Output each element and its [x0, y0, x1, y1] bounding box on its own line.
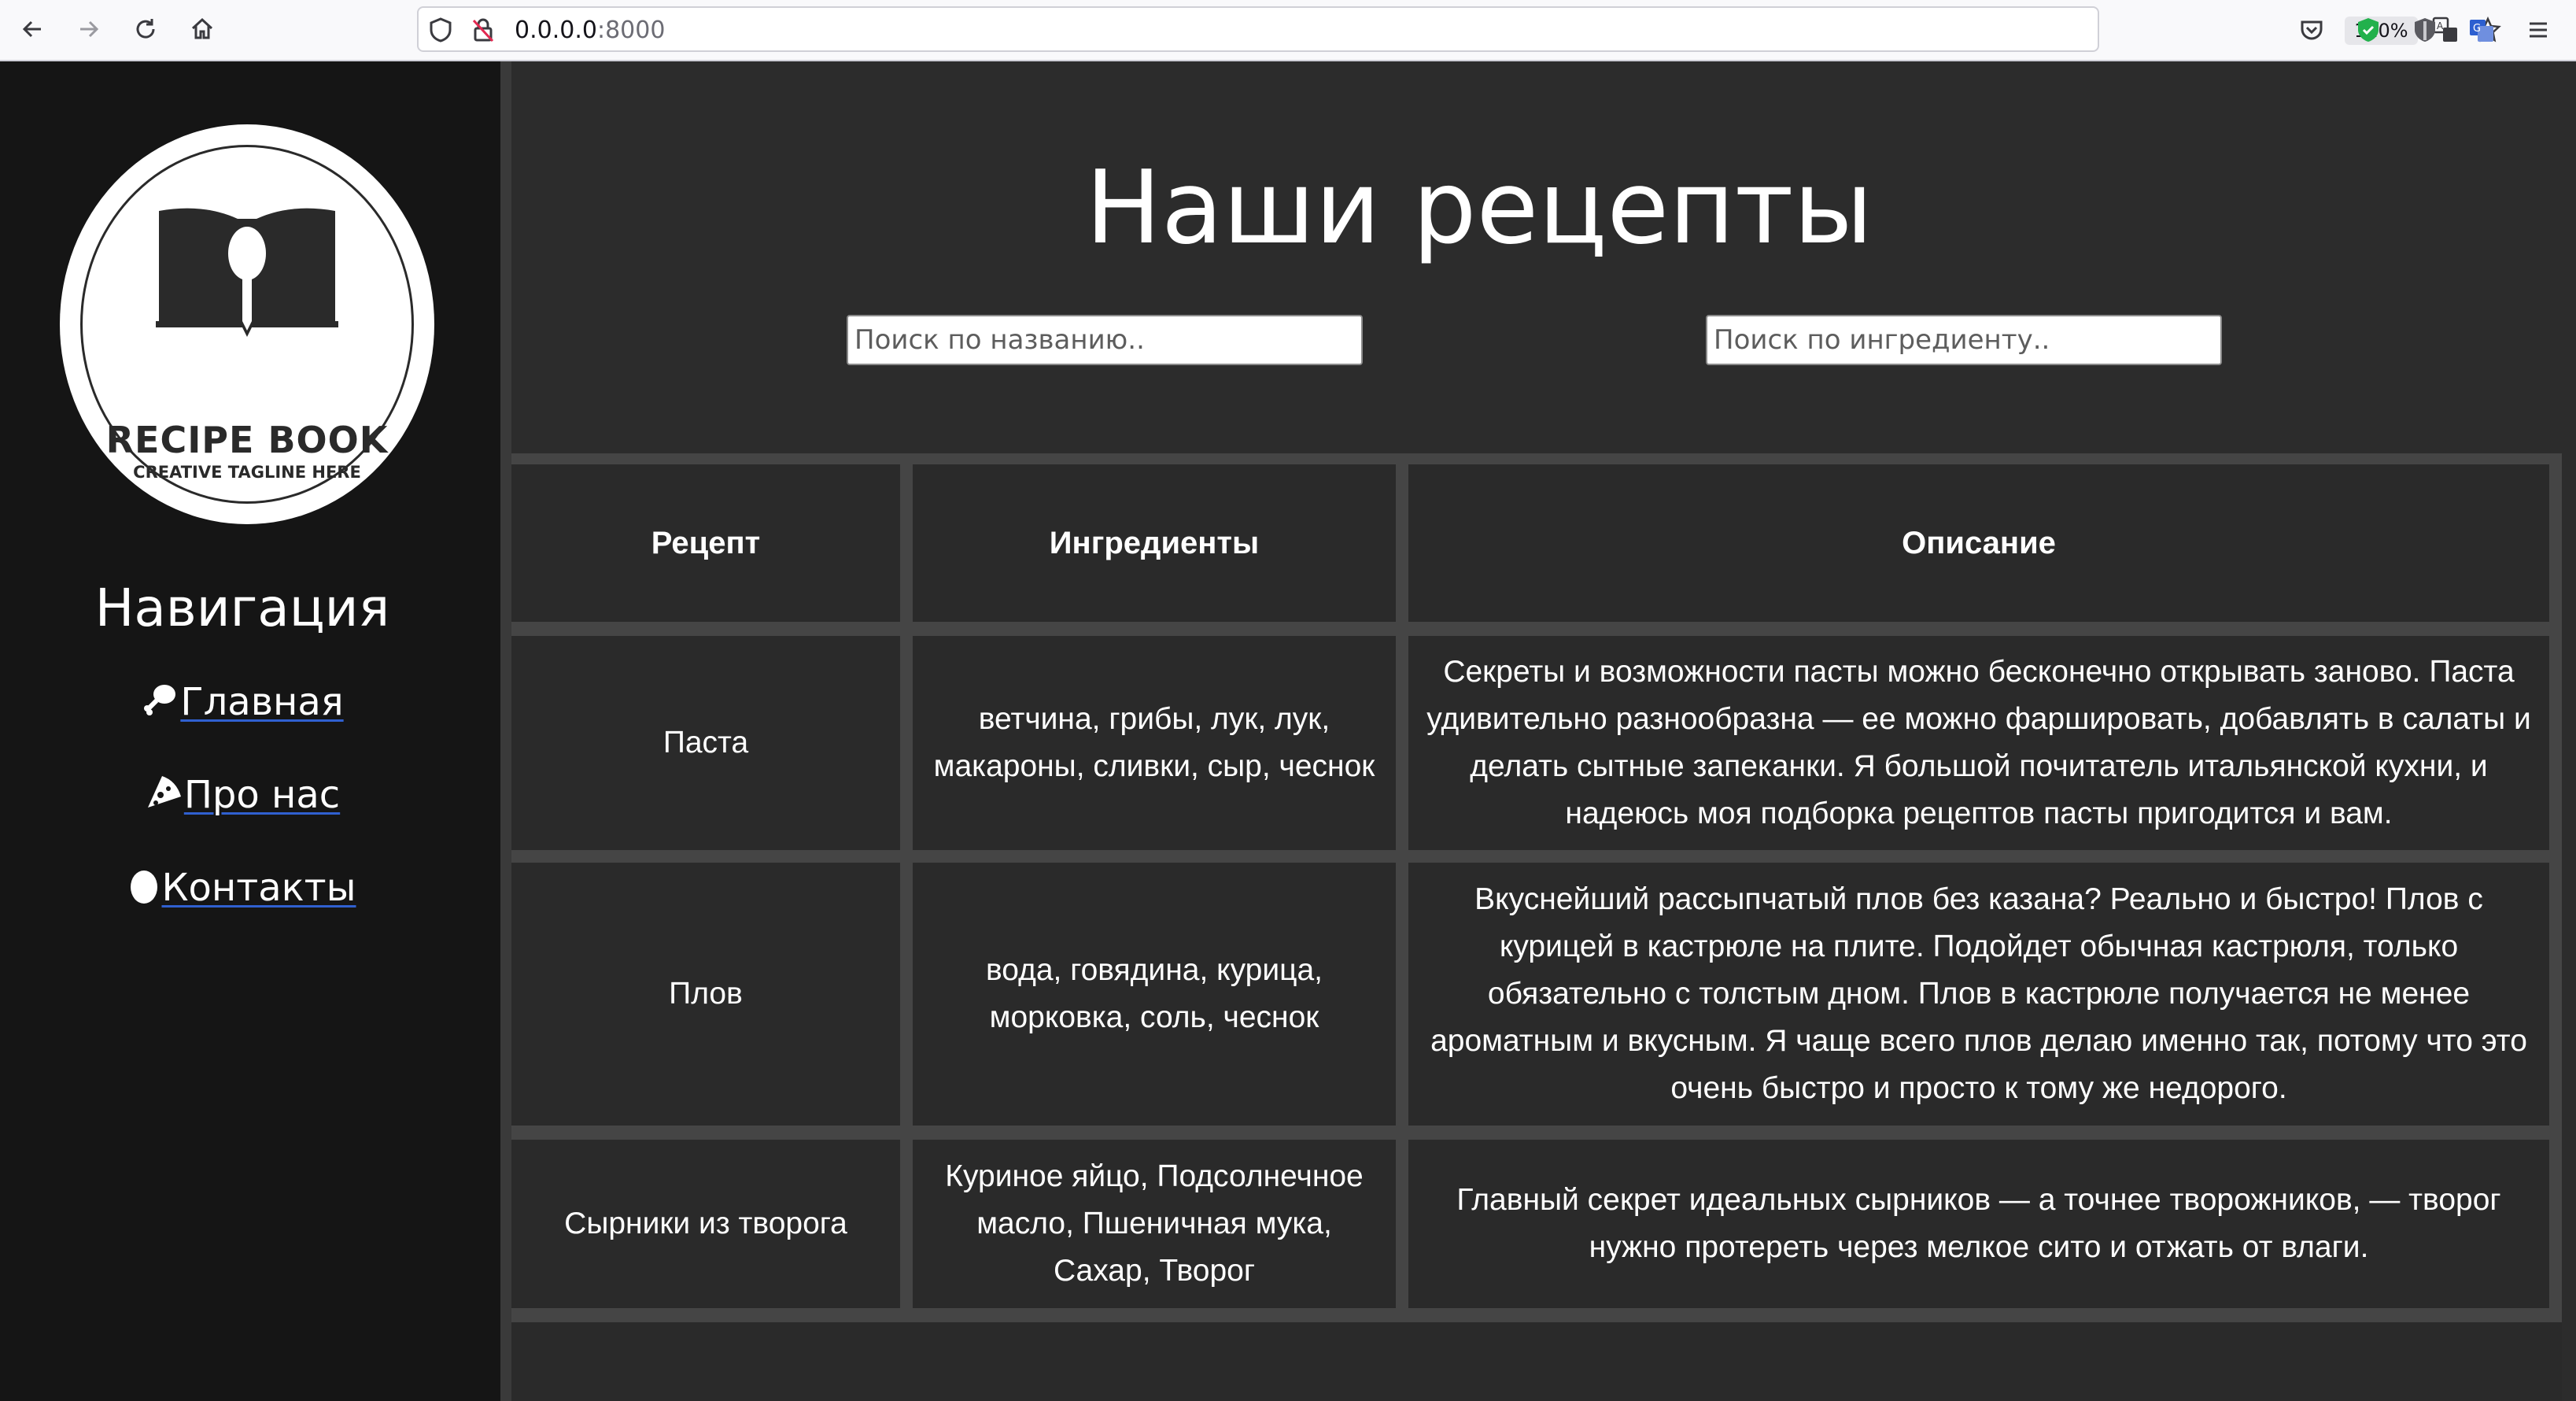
- recipe-book-logo[interactable]: RECIPE BOOK CREATIVE TAGLINE HERE: [60, 124, 434, 524]
- logo-title: RECIPE BOOK: [105, 419, 389, 461]
- table-header-ingredients: Ингредиенты: [913, 464, 1396, 622]
- open-book-spoon-icon: [156, 208, 338, 337]
- pizza-slice-icon: [145, 773, 183, 820]
- nav-item-home: Главная: [0, 680, 485, 727]
- nav-item-contacts: Контакты: [0, 866, 485, 913]
- nav-link-home[interactable]: Главная: [180, 680, 343, 724]
- table-header-description: Описание: [1408, 464, 2549, 622]
- table-header-recipe: Рецепт: [511, 464, 900, 622]
- nav-item-about: Про нас: [0, 773, 485, 820]
- browser-toolbar: 0.0.0.0:8000 110% A G: [0, 0, 2576, 61]
- home-icon[interactable]: [184, 11, 220, 47]
- table-row-3-description: Главный секрет идеальных сырников — а то…: [1408, 1140, 2549, 1308]
- logo-tagline: CREATIVE TAGLINE HERE: [133, 463, 361, 482]
- table-row-1-ingredients: ветчина, грибы, лук, лук, макароны, слив…: [913, 636, 1396, 850]
- table-row-1-description: Секреты и возможности пасты можно бескон…: [1408, 636, 2549, 850]
- forward-icon[interactable]: [71, 11, 107, 47]
- menu-icon[interactable]: [2521, 13, 2556, 47]
- back-icon[interactable]: [14, 11, 50, 47]
- reload-icon[interactable]: [127, 11, 164, 47]
- table-row-2-recipe: Плов: [511, 863, 900, 1126]
- table-row-3-ingredients: Куриное яйцо, Подсолнечное масло, Пшенич…: [913, 1140, 1396, 1308]
- pocket-icon[interactable]: [2294, 13, 2329, 47]
- search-by-name-input[interactable]: [847, 315, 1363, 365]
- table-row-3-recipe: Сырники из творога: [511, 1140, 900, 1308]
- address-bar[interactable]: 0.0.0.0:8000 110% A: [417, 6, 2501, 52]
- recipes-table: Рецепт Ингредиенты Описание Паста ветчин…: [511, 453, 2562, 1322]
- table-footer-area: [511, 1322, 2562, 1401]
- shield-icon[interactable]: [425, 14, 456, 46]
- chicken-leg-icon: [141, 680, 179, 727]
- sidebar-divider: [500, 61, 511, 1401]
- sidebar: RECIPE BOOK CREATIVE TAGLINE HERE Навига…: [0, 61, 500, 1401]
- extension-translate-icon[interactable]: G: [2464, 13, 2499, 47]
- nav-link-about[interactable]: Про нас: [184, 773, 340, 817]
- search-by-ingredient-input[interactable]: [1706, 315, 2222, 365]
- extension-shield-grey-icon[interactable]: [2408, 13, 2442, 47]
- extension-shield-green-icon[interactable]: [2351, 13, 2386, 47]
- insecure-lock-icon[interactable]: [467, 14, 499, 46]
- nav-title: Навигация: [94, 578, 390, 638]
- url-text[interactable]: 0.0.0.0:8000: [515, 17, 665, 44]
- table-row-2-description: Вкуснейший рассыпчатый плов без казана? …: [1408, 863, 2549, 1126]
- table-row-2-ingredients: вода, говядина, курица, морковка, соль, …: [913, 863, 1396, 1126]
- egg-icon: [128, 866, 160, 913]
- table-row-1-recipe: Паста: [511, 636, 900, 850]
- nav-link-contacts[interactable]: Контакты: [161, 866, 356, 910]
- svg-text:G: G: [2473, 23, 2481, 35]
- page-title: Наши рецепты: [1085, 150, 1873, 267]
